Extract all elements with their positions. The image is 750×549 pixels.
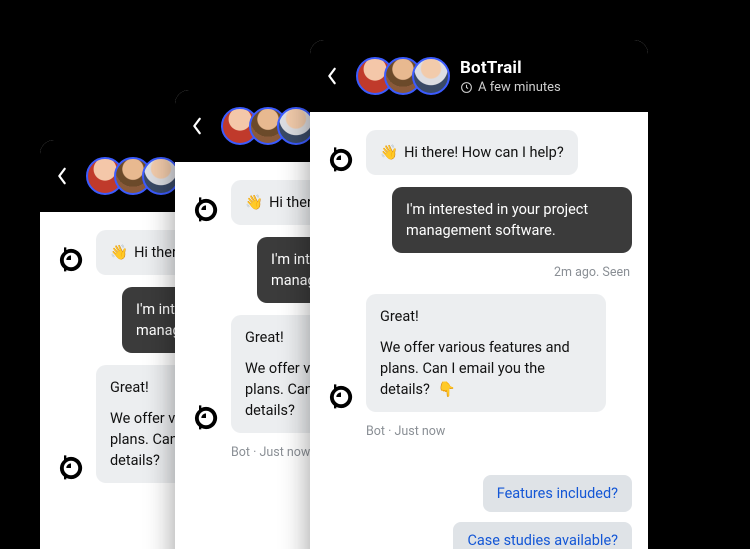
message-timestamp: Bot · Just now <box>366 424 630 439</box>
back-icon[interactable] <box>183 112 211 140</box>
chat-subtitle-text: A few minutes <box>478 80 561 95</box>
bot-avatar-icon <box>56 453 86 483</box>
user-message: I'm interested in your project managemen… <box>392 187 632 253</box>
bot-avatar-icon <box>326 145 356 175</box>
bot-message: 👋 Hi there! How can I help? <box>366 130 578 175</box>
back-icon[interactable] <box>48 162 76 190</box>
bot-avatar-icon <box>191 403 221 433</box>
bot-message: Great! We offer various features and pla… <box>366 294 606 412</box>
chat-title: BotTrail <box>460 58 561 78</box>
agent-avatars <box>221 107 315 145</box>
agent-avatars <box>356 57 450 95</box>
quick-reply-chip[interactable]: Case studies available? <box>453 522 632 549</box>
point-down-emoji-icon: 👇 <box>438 379 456 400</box>
bot-avatar-icon <box>56 245 86 275</box>
bot-avatar-icon <box>326 382 356 412</box>
agent-avatars <box>86 157 180 195</box>
avatar <box>412 57 450 95</box>
back-icon[interactable] <box>318 62 346 90</box>
wave-emoji-icon: 👋 <box>380 142 398 163</box>
bot-message-text: Hi there! How can I help? <box>404 144 564 161</box>
wave-emoji-icon: 👋 <box>245 192 263 213</box>
quick-reply-chip[interactable]: Features included? <box>483 475 632 512</box>
wave-emoji-icon: 👋 <box>110 242 128 263</box>
bot-message-text: We offer various features and plans. Can… <box>380 339 570 398</box>
message-timestamp: 2m ago. Seen <box>326 265 630 280</box>
chat-subtitle: A few minutes <box>460 80 561 95</box>
bot-avatar-icon <box>191 195 221 225</box>
bot-message-text: Great! <box>380 306 592 327</box>
chat-header: BotTrail A few minutes <box>310 40 648 112</box>
header-title-wrap: BotTrail A few minutes <box>460 58 561 95</box>
